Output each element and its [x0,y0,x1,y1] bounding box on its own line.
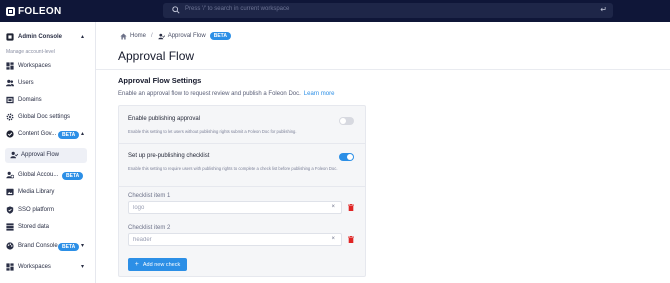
chevron-up-icon: ▴ [80,34,84,40]
approval-flow-icon [10,151,18,159]
sidebar-item-label: Global Accou... [18,172,59,178]
sidebar-item-global-account[interactable]: Global Accou... BETA [0,168,96,183]
chevron-down-icon: ▾ [80,243,84,249]
sidebar-item-label: Approval Flow [21,152,60,158]
sidebar-item-brand-console[interactable]: Brand Console BETA ▾ [0,239,96,254]
sidebar-item-label: SSO platform [18,207,55,213]
section-description: Enable an approval flow to request revie… [118,91,334,97]
gear-icon [6,113,14,121]
divider [119,186,365,187]
sidebar-item-approval-flow[interactable]: Approval Flow [5,148,87,163]
sidebar-item-label: Content Gov... [18,131,57,137]
search-bar[interactable]: Press '/' to search in current workspace… [163,3,613,18]
search-placeholder: Press '/' to search in current workspace [185,6,290,12]
sidebar-item-label: Global Doc settings [18,114,71,120]
publishing-approval-setting: Enable publishing approval Enable this s… [128,116,352,135]
sidebar-item-label: Media Library [18,189,55,195]
beta-badge: BETA [62,172,84,180]
sidebar-item-domains[interactable]: Domains [0,93,96,108]
admin-console-icon [6,33,14,41]
chevron-up-icon: ▴ [80,131,84,137]
breadcrumb-separator: / [151,33,153,39]
breadcrumb-home[interactable]: Home [130,33,146,39]
add-new-check-label: Add new check [142,261,181,268]
pre-publishing-checklist-toggle[interactable] [339,153,354,161]
setting-title: Set up pre-publishing checklist [128,153,210,159]
logo-mark-icon [6,6,15,16]
media-library-icon [6,188,14,196]
sidebar-item-label: Domains [18,97,42,103]
learn-more-link[interactable]: Learn more [304,91,335,97]
sidebar-item-global-doc-settings[interactable]: Global Doc settings [0,110,96,125]
top-bar: FOLEON Press '/' to search in current wo… [0,0,670,22]
sidebar: Admin Console ▴ Manage account-level Wor… [0,22,96,283]
section-title: Approval Flow Settings [118,76,202,85]
workspaces-icon [6,263,14,271]
sidebar-item-label: Admin Console [18,34,63,40]
trash-icon[interactable] [348,236,354,243]
sidebar-item-label: Stored data [18,224,50,230]
publishing-approval-toggle[interactable] [339,117,354,125]
sidebar-item-label: Workspaces [18,264,51,270]
chevron-down-icon: ▾ [80,264,84,270]
search-icon [172,6,180,14]
workspaces-icon [6,62,14,70]
sidebar-admin-console[interactable]: Admin Console ▴ [0,30,96,45]
stored-data-icon [6,223,14,231]
checklist-item-label: Checklist item 1 [128,193,171,199]
checklist-item-label: Checklist item 2 [128,225,171,231]
sidebar-item-label: Brand Console [18,243,58,249]
beta-badge: BETA [58,243,80,251]
sidebar-item-label: Workspaces [18,63,51,69]
checklist-item-2-input[interactable] [133,236,323,244]
add-new-check-button[interactable]: + Add new check [128,258,187,271]
beta-badge: BETA [209,32,231,40]
approval-flow-icon [158,33,165,39]
setting-description: Enable this setting to let users without… [128,129,297,134]
divider [119,143,365,144]
users-icon [6,79,14,87]
foleon-logo[interactable]: FOLEON [6,5,61,17]
main-content: Home / Approval Flow BETA Approval Flow … [96,22,670,283]
home-icon[interactable] [120,33,127,40]
setting-title: Enable publishing approval [128,116,201,122]
checklist-item-1-field: × [128,201,342,214]
breadcrumb: Home / Approval Flow BETA [120,32,231,40]
sidebar-item-content-governance[interactable]: Content Gov... BETA ▴ [0,127,96,142]
logo-text: FOLEON [18,5,62,17]
sidebar-item-workspaces[interactable]: Workspaces [0,59,96,74]
sidebar-item-stored-data[interactable]: Stored data [0,220,96,235]
breadcrumb-current: Approval Flow [167,33,206,39]
sidebar-item-workspaces-menu[interactable]: Workspaces ▾ [0,260,96,275]
sidebar-item-label: Users [18,80,34,86]
setting-description: Enable this setting to require users wit… [128,166,338,171]
divider [96,69,670,70]
beta-badge: BETA [58,131,80,139]
sidebar-item-users[interactable]: Users [0,76,96,91]
settings-card: Enable publishing approval Enable this s… [118,105,366,277]
toggle-knob [340,118,346,124]
sidebar-item-media-library[interactable]: Media Library [0,185,96,200]
checklist-item-1-input[interactable] [133,204,323,212]
section-description-text: Enable an approval flow to request revie… [118,91,301,97]
clear-icon[interactable]: × [331,236,335,242]
sidebar-section-label: Manage account-level [6,49,55,55]
toggle-knob [347,154,353,160]
page-title: Approval Flow [118,49,195,63]
trash-icon[interactable] [348,204,354,211]
enter-icon: ↵ [600,5,607,14]
domains-icon [6,96,14,104]
brand-console-icon [6,242,14,250]
sidebar-item-sso-platform[interactable]: SSO platform [0,203,96,218]
checklist-item-2-field: × [128,233,342,246]
shield-icon [6,206,14,214]
content-governance-icon [6,130,14,138]
clear-icon[interactable]: × [331,204,335,210]
plus-icon: + [134,261,139,268]
global-account-icon [6,171,14,179]
pre-publishing-checklist-setting: Set up pre-publishing checklist Enable t… [128,153,352,172]
